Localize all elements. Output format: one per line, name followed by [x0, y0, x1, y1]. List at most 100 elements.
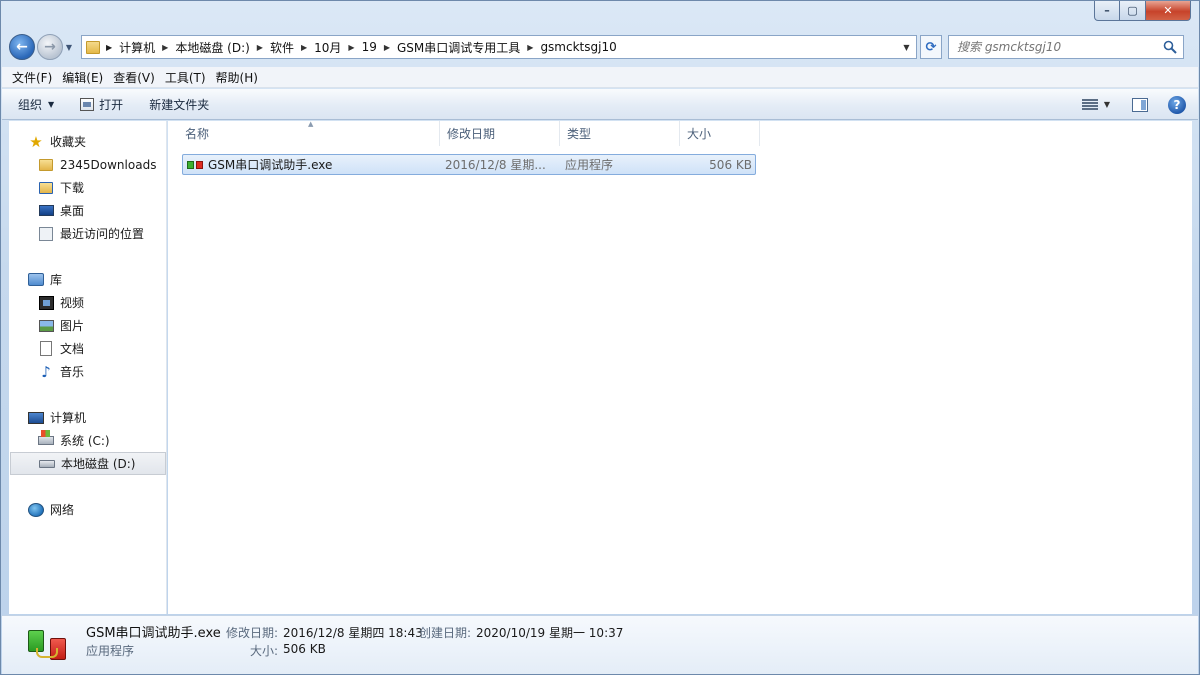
details-file-name: GSM串口调试助手.exe — [86, 626, 221, 641]
file-row-selected[interactable]: GSM串口调试助手.exe 2016/12/8 星期... 应用程序 506 K… — [182, 154, 756, 175]
download-folder-icon — [38, 180, 54, 196]
forward-button[interactable]: → — [37, 34, 63, 60]
refresh-button[interactable]: ⟳ — [920, 35, 942, 59]
search-icon[interactable] — [1163, 40, 1177, 54]
window-controls: – ▢ ✕ — [1094, 1, 1191, 21]
nav-favorites[interactable]: ★ 收藏夹 — [9, 130, 167, 153]
menu-tools[interactable]: 工具(T) — [165, 69, 206, 86]
chevron-right-icon[interactable]: ▶ — [348, 43, 354, 52]
nav-item-recent-places[interactable]: 最近访问的位置 — [9, 222, 167, 245]
file-name: GSM串口调试助手.exe — [208, 158, 333, 172]
breadcrumb-october[interactable]: 10月 ▶ — [314, 39, 361, 56]
video-icon — [38, 295, 54, 311]
nav-label: 库 — [50, 273, 63, 287]
picture-icon — [38, 318, 54, 334]
details-size-label: 大小: — [250, 644, 279, 658]
nav-item-videos[interactable]: 视频 — [9, 291, 167, 314]
nav-item-drive-d[interactable]: 本地磁盘 (D:) — [10, 452, 166, 475]
chevron-right-icon[interactable]: ▶ — [384, 43, 390, 52]
address-bar[interactable]: ▶ 计算机 ▶ 本地磁盘 (D:) ▶ 软件 ▶ 10月 ▶ 19 ▶ GSM串口调试专用… — [81, 35, 917, 59]
nav-item-pictures[interactable]: 图片 — [9, 314, 167, 337]
computer-section: 计算机 系统 (C:) 本地磁盘 (D:) — [9, 406, 167, 475]
details-type: 应用程序 — [86, 644, 135, 658]
chevron-right-icon[interactable]: ▶ — [527, 43, 533, 52]
open-button[interactable]: 打开 — [80, 96, 123, 113]
document-icon — [38, 341, 54, 357]
details-modified-value: 2016/12/8 星期四 18:43 — [283, 626, 423, 640]
chevron-right-icon[interactable]: ▶ — [301, 43, 307, 52]
chevron-right-icon[interactable]: ▶ — [257, 43, 263, 52]
nav-item-documents[interactable]: 文档 — [9, 337, 167, 360]
breadcrumb-computer[interactable]: 计算机 ▶ — [119, 39, 175, 56]
nav-label: 收藏夹 — [50, 135, 87, 149]
preview-pane-icon[interactable] — [1132, 97, 1148, 112]
search-box[interactable] — [948, 35, 1184, 59]
breadcrumb-current-folder[interactable]: gsmcktsgj10 — [540, 40, 616, 54]
organize-label: 组织 — [18, 97, 43, 112]
breadcrumb-software[interactable]: 软件 ▶ — [270, 39, 314, 56]
file-name-cell: GSM串口调试助手.exe — [183, 155, 441, 174]
nav-item-drive-c[interactable]: 系统 (C:) — [9, 429, 167, 452]
breadcrumb-19[interactable]: 19 ▶ — [362, 40, 397, 54]
file-list: 名称 ▲ 修改日期 类型 大小 GSM串口调试助手.exe 2016/12/8 … — [168, 120, 1192, 614]
chevron-right-icon[interactable]: ▶ — [162, 43, 168, 52]
menu-edit[interactable]: 编辑(E) — [62, 69, 103, 86]
help-icon[interactable]: ? — [1168, 95, 1186, 114]
nav-item-downloads[interactable]: 下载 — [9, 176, 167, 199]
nav-item-desktop[interactable]: 桌面 — [9, 199, 167, 222]
column-date-modified[interactable]: 修改日期 — [440, 121, 560, 146]
close-button[interactable]: ✕ — [1146, 1, 1191, 21]
view-options-dropdown[interactable]: ▼ — [1104, 100, 1110, 109]
breadcrumb-drive-d[interactable]: 本地磁盘 (D:) ▶ — [175, 39, 270, 56]
nav-computer[interactable]: 计算机 — [9, 406, 167, 429]
application-icon — [187, 158, 203, 172]
nav-label: 网络 — [50, 503, 75, 517]
file-modified: 2016/12/8 星期... — [445, 158, 546, 172]
star-icon: ★ — [29, 132, 43, 151]
recent-pages-dropdown[interactable]: ▼ — [63, 43, 75, 52]
search-input[interactable] — [957, 40, 1157, 54]
refresh-icon: ⟳ — [925, 39, 937, 55]
view-details-icon[interactable] — [1081, 98, 1098, 111]
details-pane: GSM串口调试助手.exe 修改日期: 2016/12/8 星期四 18:43 … — [2, 615, 1198, 674]
system-drive-icon — [38, 430, 54, 449]
drive-icon — [39, 456, 55, 472]
network-section: 网络 — [9, 498, 167, 521]
menu-view[interactable]: 查看(V) — [113, 69, 155, 86]
column-type[interactable]: 类型 — [560, 121, 680, 146]
breadcrumb-gsm-tool[interactable]: GSM串口调试专用工具 ▶ — [397, 39, 540, 56]
chevron-right-icon[interactable]: ▶ — [106, 43, 112, 52]
folder-icon — [38, 157, 54, 173]
folder-icon — [86, 40, 100, 54]
column-name[interactable]: 名称 ▲ — [178, 120, 440, 146]
sort-ascending-icon: ▲ — [308, 120, 314, 128]
nav-item-2345downloads[interactable]: 2345Downloads — [9, 153, 167, 176]
navigation-bar: ← → ▼ ▶ 计算机 ▶ 本地磁盘 (D:) ▶ 软件 ▶ 10月 ▶ 19 ▶ GSM… — [9, 33, 1191, 61]
recent-places-icon — [38, 226, 54, 242]
file-type: 应用程序 — [565, 158, 614, 172]
back-button[interactable]: ← — [9, 34, 35, 60]
nav-label: 文档 — [60, 342, 85, 356]
nav-libraries[interactable]: 库 — [9, 268, 167, 291]
nav-network[interactable]: 网络 — [9, 498, 167, 521]
command-bar: 组织 ▼ 打开 新建文件夹 ▼ ? — [2, 89, 1198, 120]
open-label: 打开 — [99, 97, 124, 112]
navigation-pane: ★ 收藏夹 2345Downloads 下载 桌面 最近访问的位置 库 视频 图… — [9, 121, 167, 614]
column-size[interactable]: 大小 — [680, 121, 760, 146]
open-icon — [80, 97, 95, 111]
details-created-value: 2020/10/19 星期一 10:37 — [476, 626, 624, 640]
new-folder-button[interactable]: 新建文件夹 — [149, 96, 209, 113]
chevron-down-icon: ▼ — [48, 99, 55, 109]
details-modified-label: 修改日期: — [226, 626, 279, 640]
menu-bar: 文件(F) 编辑(E) 查看(V) 工具(T) 帮助(H) — [2, 67, 1198, 88]
computer-icon — [28, 410, 44, 426]
nav-item-music[interactable]: ♪ 音乐 — [9, 360, 167, 383]
minimize-button[interactable]: – — [1094, 1, 1120, 21]
menu-help[interactable]: 帮助(H) — [216, 69, 258, 86]
organize-button[interactable]: 组织 ▼ — [18, 96, 54, 113]
nav-label: 2345Downloads — [60, 157, 157, 172]
address-history-dropdown[interactable]: ▼ — [898, 37, 915, 57]
menu-file[interactable]: 文件(F) — [12, 69, 52, 86]
maximize-button[interactable]: ▢ — [1120, 1, 1146, 21]
view-controls: ▼ ? — [1081, 89, 1186, 120]
